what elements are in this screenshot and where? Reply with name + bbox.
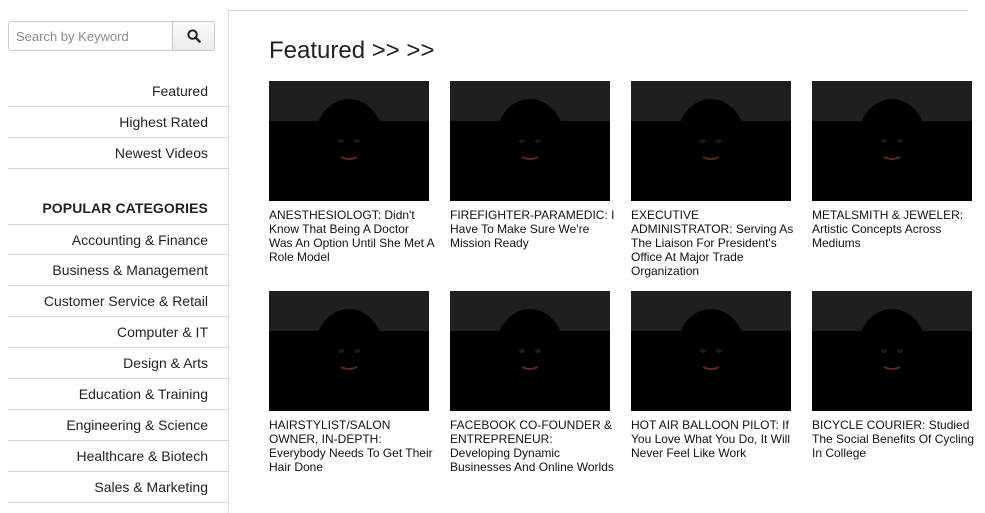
video-caption[interactable]: HOT AIR BALLOON PILOT: If You Love What … [631,418,796,460]
sidebar-item-highest-rated[interactable]: Highest Rated [8,107,228,138]
video-thumbnail[interactable]: ${hatSvg} [631,291,791,411]
video-caption[interactable]: EXECUTIVE ADMINISTRATOR: Serving As The … [631,208,796,278]
video-card-facebook-co-founder[interactable]: ${hatSvg} FACEBOOK CO-FOUNDER & ENTREPRE… [450,291,615,474]
video-thumbnail-image: ${hatSvg} [812,291,972,411]
category-item-sales-marketing[interactable]: Sales & Marketing [8,472,228,503]
category-item-customer-service-retail[interactable]: Customer Service & Retail [8,286,228,317]
section-title: Featured >> >> [269,37,435,64]
video-thumbnail-image: ${hatSvg} [631,81,791,201]
video-caption[interactable]: FACEBOOK CO-FOUNDER & ENTREPRENEUR: Deve… [450,418,615,474]
video-thumbnail[interactable]: ${hatSvg} [631,81,791,201]
video-caption[interactable]: BICYCLE COURIER: Studied The Social Bene… [812,418,977,460]
video-card-bicycle-courier[interactable]: ${hatSvg} BICYCLE COURIER: Studied The S… [812,291,977,460]
category-item-design-arts[interactable]: Design & Arts [8,348,228,379]
sidebar-divider [228,10,229,513]
popular-categories-heading: POPULAR CATEGORIES [42,200,208,216]
sidebar-item-featured[interactable]: Featured [8,76,228,107]
video-caption[interactable]: METALSMITH & JEWELER: Artistic Concepts … [812,208,977,250]
search-button[interactable] [172,21,215,51]
category-item-computer-it[interactable]: Computer & IT [8,317,228,348]
video-thumbnail[interactable]: ${hatSvg} [812,291,972,411]
sidebar-nav: Featured Highest Rated Newest Videos [8,76,228,169]
category-item-healthcare-biotech[interactable]: Healthcare & Biotech [8,441,228,472]
video-thumbnail-image: ${hatSvg} [450,291,610,411]
sidebar-item-newest-videos[interactable]: Newest Videos [8,138,228,169]
search-bar [8,21,215,51]
video-thumbnail[interactable]: ${hatSvg} [450,81,610,201]
video-thumbnail-image: ${hatSvg} [812,81,972,201]
category-item-accounting-finance[interactable]: Accounting & Finance [8,224,228,255]
category-item-engineering-science[interactable]: Engineering & Science [8,410,228,441]
video-caption[interactable]: ANESTHESIOLOGT: Didn't Know That Being A… [269,208,434,264]
video-card-anesthesiologist[interactable]: ${hatSvg} ANESTHESIOLOGT: Didn't Know Th… [269,81,434,264]
video-thumbnail-image: ${hatSvg} [450,81,610,201]
video-thumbnail[interactable]: ${hatSvg} [450,291,610,411]
video-card-firefighter-paramedic[interactable]: ${hatSvg} FIREFIGHTER-PARAMEDIC: I Have … [450,81,615,250]
video-thumbnail[interactable]: ${hatSvg} [812,81,972,201]
video-thumbnail[interactable]: ${hatSvg} [269,81,429,201]
video-card-metalsmith-jeweler[interactable]: ${hatSvg} METALSMITH & JEWELER: Artistic… [812,81,977,250]
category-list: Accounting & Finance Business & Manageme… [8,224,228,503]
top-divider [228,10,968,11]
video-thumbnail-image: ${hatSvg} [269,291,429,411]
search-input[interactable] [8,21,172,51]
video-card-hot-air-balloon-pilot[interactable]: ${hatSvg} HOT AIR BALLOON PILOT: If You … [631,291,796,460]
category-item-business-management[interactable]: Business & Management [8,255,228,286]
video-card-hairstylist-salon-owner[interactable]: ${hatSvg} HAIRSTYLIST/SALON OWNER, IN-DE… [269,291,434,474]
video-thumbnail-image: ${hatSvg} [269,81,429,201]
video-card-executive-administrator[interactable]: ${hatSvg} EXECUTIVE ADMINISTRATOR: Servi… [631,81,796,278]
category-item-education-training[interactable]: Education & Training [8,379,228,410]
video-thumbnail[interactable]: ${hatSvg} [269,291,429,411]
video-caption[interactable]: HAIRSTYLIST/SALON OWNER, IN-DEPTH: Every… [269,418,434,474]
search-icon [186,29,201,43]
video-caption[interactable]: FIREFIGHTER-PARAMEDIC: I Have To Make Su… [450,208,615,250]
video-thumbnail-image: ${hatSvg} [631,291,791,411]
